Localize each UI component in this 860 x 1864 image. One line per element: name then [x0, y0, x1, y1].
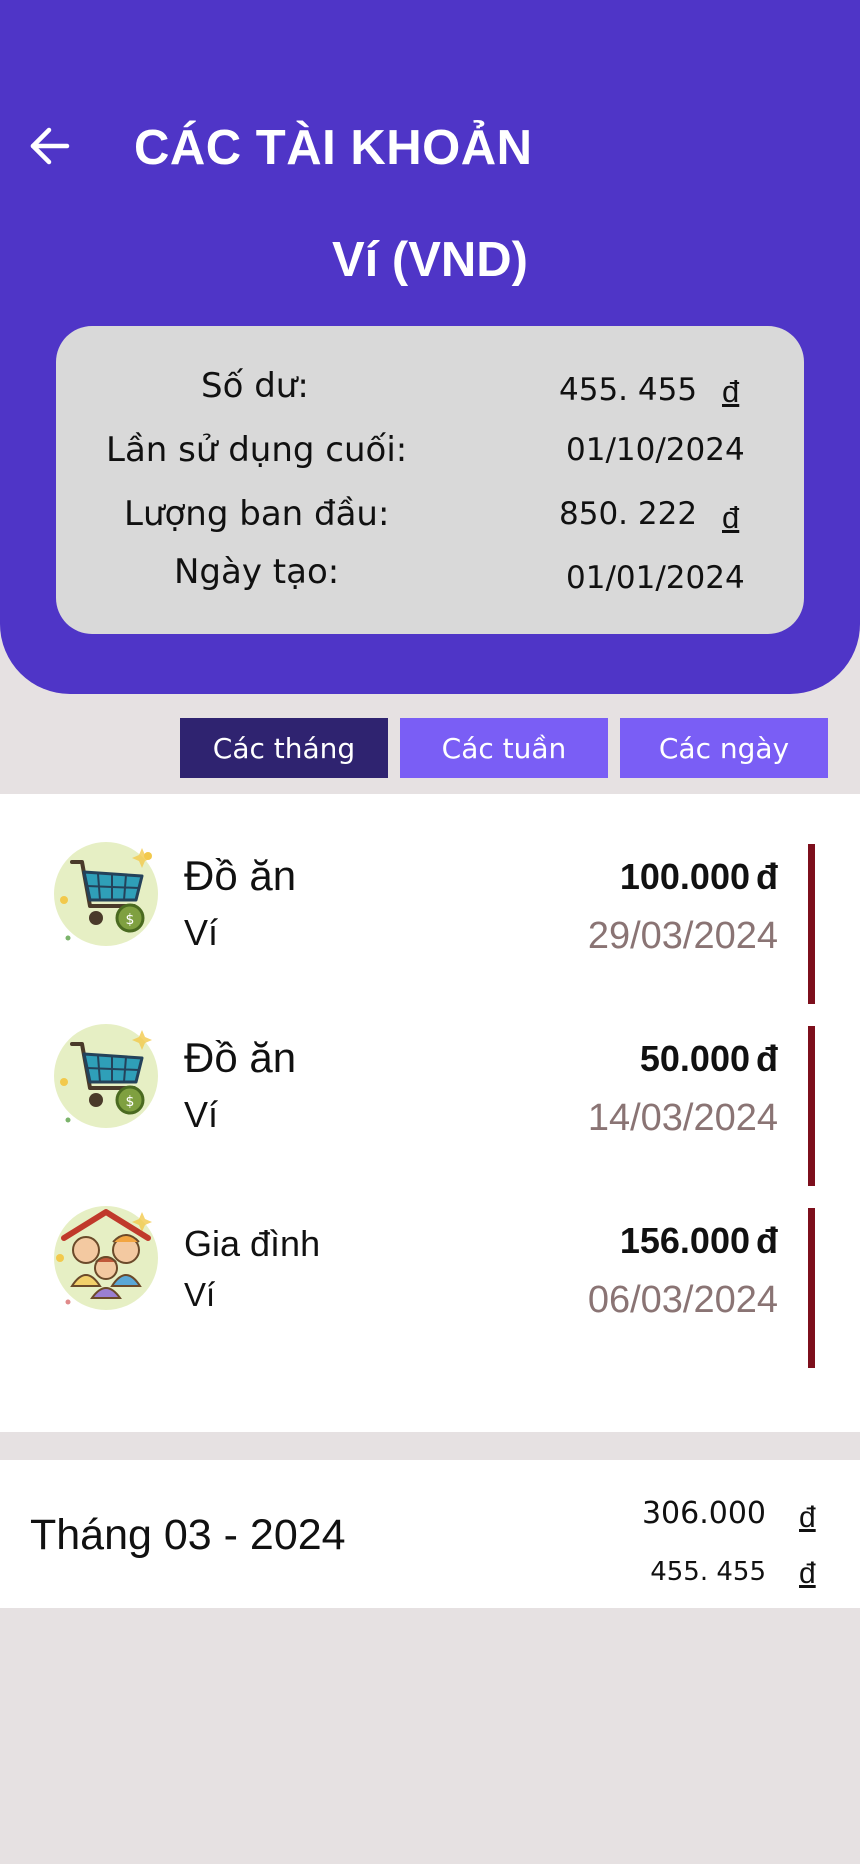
expense-indicator-bar: [808, 844, 815, 1004]
transaction-account: Ví: [184, 1276, 216, 1313]
transaction-date: 29/03/2024: [587, 915, 778, 957]
amount-currency: đ: [756, 856, 778, 897]
transaction-item[interactable]: $ Đồ ăn Ví 50.000 đ 14/03/2024: [0, 996, 860, 1186]
tab-days[interactable]: Các ngày: [620, 718, 828, 778]
transaction-amount: 50.000 đ: [640, 1038, 778, 1080]
summary-month: Tháng 03 - 2024: [30, 1511, 346, 1559]
created-date-label: Ngày tạo:: [174, 552, 340, 592]
amount-value: 100.000: [619, 856, 750, 897]
wallet-name: Ví (VND): [332, 233, 528, 287]
transaction-category: Gia đình: [184, 1223, 321, 1264]
balance-label: Số dư:: [201, 366, 309, 406]
initial-amount-currency: đ: [722, 500, 740, 535]
shopping-cart-icon: $: [50, 1020, 162, 1132]
balance-value: 455. 455: [559, 372, 698, 408]
tab-days-label: Các ngày: [658, 731, 790, 765]
amount-value: 50.000: [639, 1038, 750, 1079]
header: CÁC TÀI KHOẢN Ví (VND) Số dư: 455. 455 đ…: [0, 0, 860, 694]
tab-months[interactable]: Các tháng: [180, 718, 388, 778]
back-button[interactable]: [22, 118, 78, 174]
summary-balance: 455. 455: [650, 1557, 766, 1587]
balance-currency: đ: [722, 374, 740, 409]
account-info-card: Số dư: 455. 455 đ Lần sử dụng cuối: 01/1…: [56, 326, 804, 634]
transaction-list: $ Đồ ăn Ví 100.000 đ 29/03/2024 $ Đồ ăn …: [0, 794, 860, 1432]
summary-balance-currency: đ: [799, 1557, 816, 1590]
created-date-value: 01/01/2024: [566, 560, 745, 596]
transaction-account: Ví: [184, 1094, 219, 1135]
page-title: CÁC TÀI KHOẢN: [134, 121, 533, 175]
transaction-category: Đồ ăn: [184, 852, 297, 899]
last-used-label: Lần sử dụng cuối:: [106, 430, 408, 470]
amount-value: 156.000: [619, 1220, 750, 1261]
monthly-summary: Tháng 03 - 2024 306.000 đ 455. 455 đ: [0, 1460, 860, 1608]
transaction-item[interactable]: $ Đồ ăn Ví 100.000 đ 29/03/2024: [0, 814, 860, 1004]
summary-total-spent: 306.000: [641, 1496, 766, 1531]
transaction-amount: 100.000 đ: [620, 856, 778, 898]
summary-total-spent-currency: đ: [799, 1501, 816, 1534]
initial-amount-value: 850. 222: [559, 496, 698, 532]
transaction-category: Đồ ăn: [184, 1034, 297, 1081]
transaction-date: 06/03/2024: [587, 1279, 778, 1321]
transaction-amount: 156.000 đ: [620, 1220, 778, 1262]
expense-indicator-bar: [808, 1026, 815, 1186]
tab-months-label: Các tháng: [212, 731, 356, 765]
family-icon: [50, 1202, 162, 1314]
expense-indicator-bar: [808, 1208, 815, 1368]
amount-currency: đ: [756, 1220, 778, 1261]
transaction-item[interactable]: Gia đình Ví 156.000 đ 06/03/2024: [0, 1178, 860, 1368]
svg-text:$: $: [126, 1094, 135, 1110]
transaction-date: 14/03/2024: [587, 1097, 778, 1139]
amount-currency: đ: [756, 1038, 778, 1079]
tab-weeks[interactable]: Các tuần: [400, 718, 608, 778]
svg-text:$: $: [126, 912, 135, 928]
shopping-cart-icon: $: [50, 838, 162, 950]
initial-amount-label: Lượng ban đầu:: [124, 494, 390, 534]
tab-weeks-label: Các tuần: [441, 731, 567, 765]
last-used-value: 01/10/2024: [566, 432, 745, 468]
arrow-left-icon: [30, 127, 70, 165]
transaction-account: Ví: [184, 912, 219, 953]
